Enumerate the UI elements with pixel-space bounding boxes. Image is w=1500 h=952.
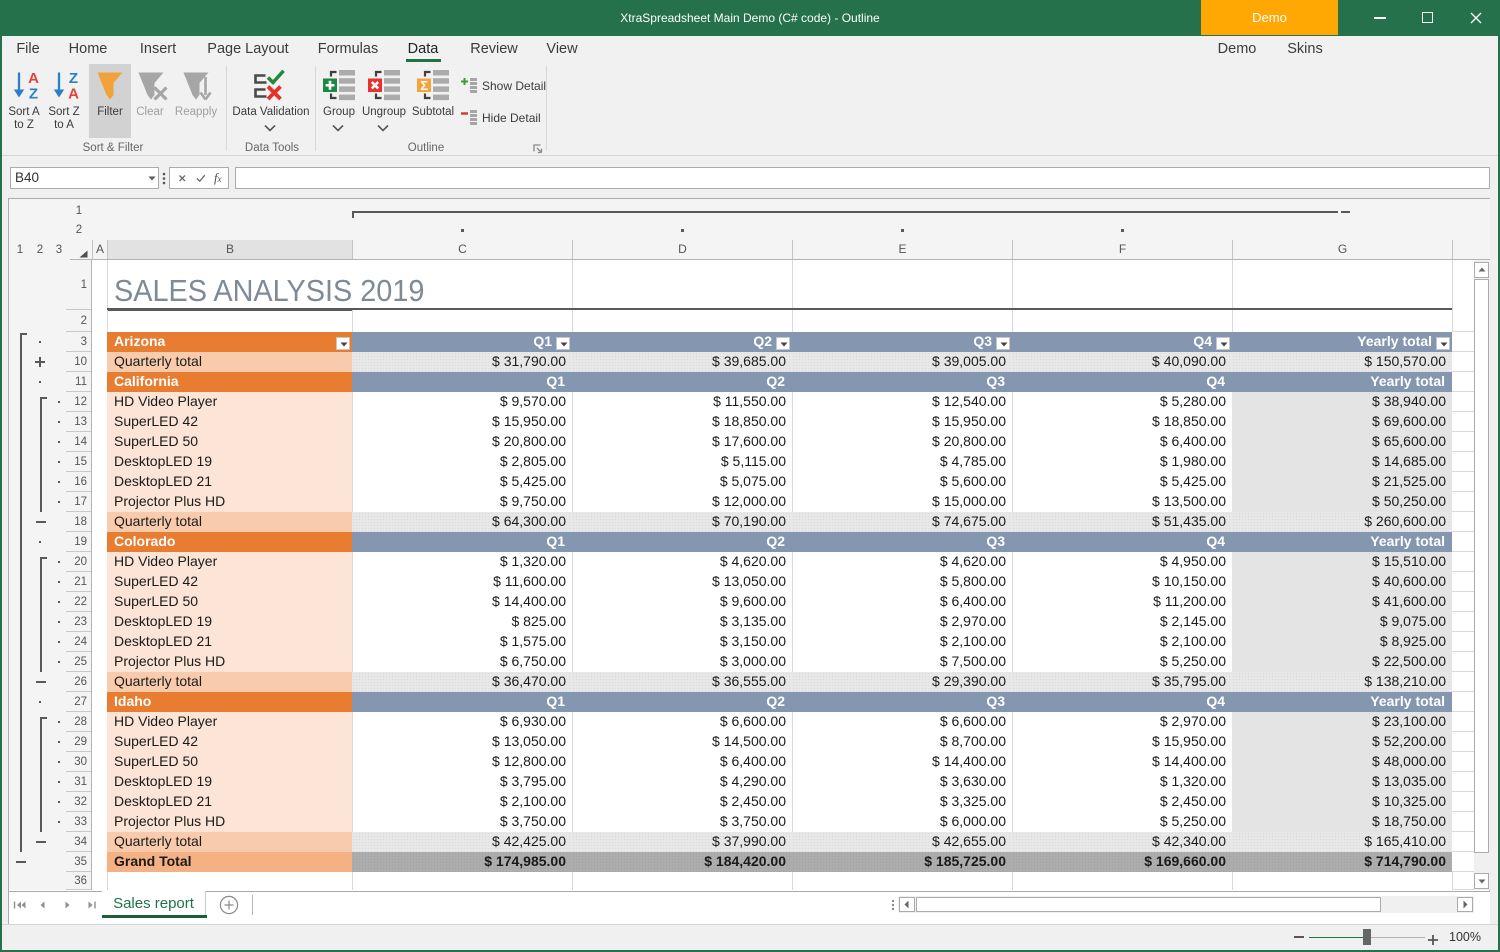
svg-text:Σ: Σ [420, 78, 428, 93]
